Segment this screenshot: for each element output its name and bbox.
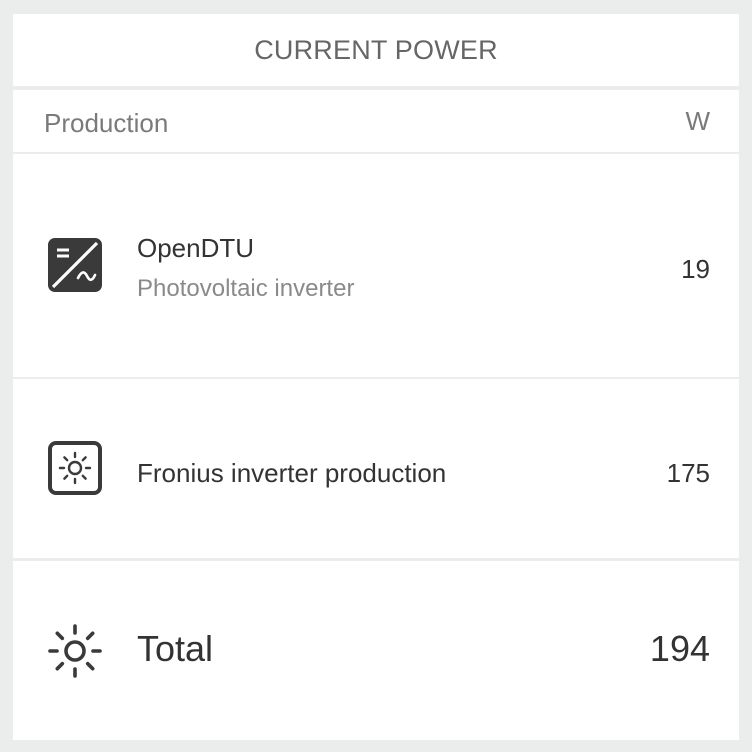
section-label: Production: [44, 108, 169, 138]
total-power-value: 194: [649, 628, 710, 669]
card-header: CURRENT POWER: [13, 14, 739, 86]
unit-label: W: [685, 106, 710, 136]
solar-inverter-icon: [48, 238, 102, 292]
device-name: OpenDTU: [137, 233, 255, 263]
device-row-opendtu[interactable]: OpenDTU Photovoltaic inverter 19: [13, 154, 739, 379]
total-label: Total: [137, 628, 214, 669]
device-name: Fronius inverter production: [137, 458, 447, 488]
card-title: CURRENT POWER: [254, 34, 498, 65]
device-subtitle: Photovoltaic inverter: [137, 275, 355, 302]
device-power-value: 175: [666, 458, 710, 488]
power-table: Production W OpenDTU Photovoltaic invert…: [13, 90, 739, 740]
device-row-fronius[interactable]: Fronius inverter production 175: [13, 379, 739, 561]
total-row: Total 194: [13, 561, 739, 740]
device-power-value: 19: [681, 254, 710, 284]
sun-icon: [47, 623, 103, 679]
table-header-row: Production W: [13, 90, 739, 154]
solar-panel-sun-icon: [48, 441, 102, 495]
